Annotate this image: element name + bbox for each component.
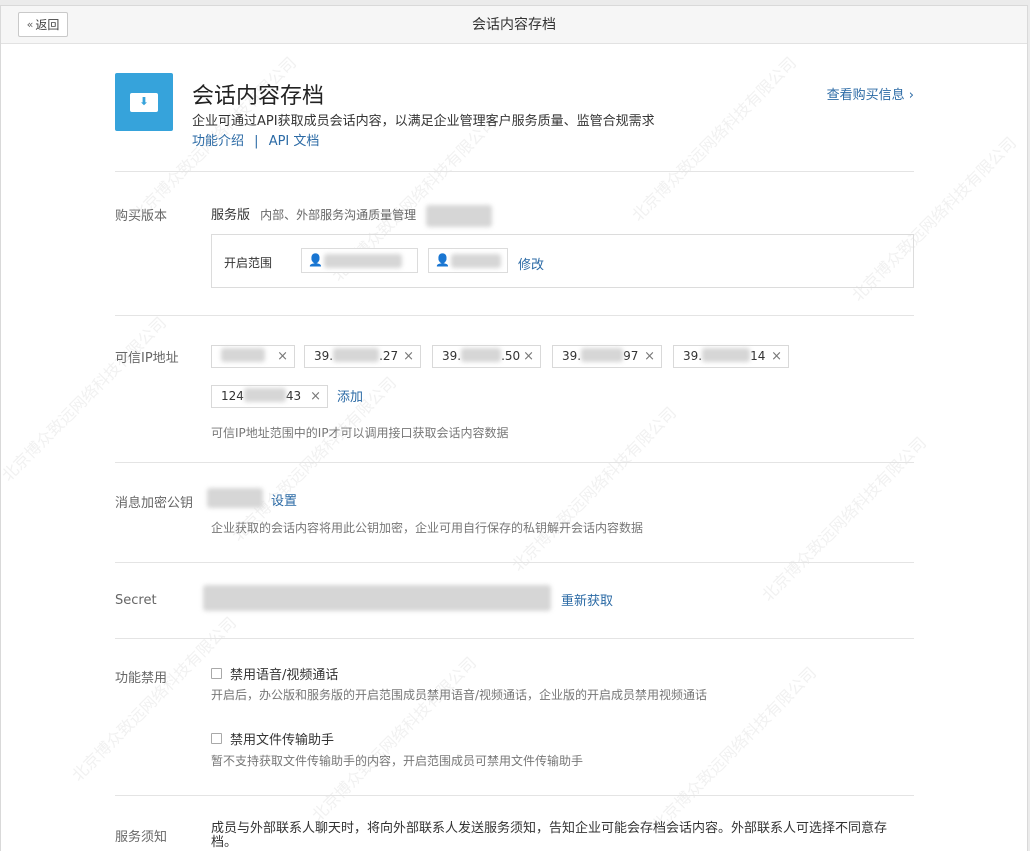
disable-file-helper-label: 禁用文件传输助手 [230,733,335,748]
ip-tag[interactable]: × [211,345,295,368]
buy-info-link[interactable]: 查看购买信息 › [827,84,914,103]
scope-box: 开启范围 👤 👤 修改 [211,234,914,288]
scope-edit-link[interactable]: 修改 [518,254,544,273]
redacted-secret [203,585,551,611]
redacted-ip [461,348,502,362]
person-icon: 👤 [308,253,323,267]
redacted-ip [243,388,286,402]
disable-file-helper-hint: 暂不支持获取文件传输助手的内容，开启范围成员可禁用文件传输助手 [211,754,584,768]
feature-intro-link[interactable]: 功能介绍 [192,134,244,149]
secret-row: Secret 重新获取 [115,563,914,639]
public-key-label: 消息加密公钥 [115,496,194,511]
app-header: ⬇ 会话内容存档 企业可通过API获取成员会话内容，以满足企业管理客户服务质量、… [115,44,914,172]
redacted-key [207,488,263,508]
version-name: 服务版 [211,208,251,223]
close-icon[interactable]: × [771,346,782,367]
purchase-version-label: 购买版本 [115,209,168,224]
redacted-member [324,254,402,268]
scope-member-chip[interactable]: 👤 [428,248,508,273]
version-description: 内部、外部服务沟通质量管理 [260,208,417,222]
link-separator: | [254,134,259,149]
redacted-ip [581,348,624,362]
disable-voice-label: 禁用语音/视频通话 [230,668,339,683]
close-icon[interactable]: × [277,346,288,367]
disable-voice-option[interactable]: 禁用语音/视频通话 [211,664,338,683]
top-bar: « 返回 会话内容存档 [1,6,1027,44]
feature-disable-row: 功能禁用 禁用语音/视频通话 开启后，办公版和服务版的开启范围成员禁用语音/视频… [115,639,914,796]
close-icon[interactable]: × [403,346,414,367]
scope-member-chip[interactable]: 👤 [301,248,418,273]
redacted-ip [702,348,751,362]
key-set-link[interactable]: 设置 [271,490,297,509]
app-title: 会话内容存档 [192,84,325,109]
person-icon: 👤 [435,253,450,267]
redacted-member [451,254,501,268]
close-icon[interactable]: × [523,346,534,367]
redacted-ip [333,348,380,362]
service-notice-text: 成员与外部联系人聊天时，将向外部联系人发送服务须知，告知企业可能会存档会话内容。… [211,821,888,850]
disable-file-helper-checkbox[interactable] [211,733,222,744]
api-doc-link[interactable]: API 文档 [269,134,320,149]
trusted-ip-row: 可信IP地址 × 39. .27 × 39. .50 × 39. 97 × 39. 14… [115,316,914,463]
download-box-icon: ⬇ [130,93,158,112]
close-icon[interactable]: × [644,346,655,367]
ip-tag[interactable]: 39. .50 × [432,345,541,368]
disable-voice-checkbox[interactable] [211,668,222,679]
main-content: ⬇ 会话内容存档 企业可通过API获取成员会话内容，以满足企业管理客户服务质量、… [115,44,914,851]
service-notice-label: 服务须知 [115,830,168,845]
ip-tag[interactable]: 124 43 × [211,385,328,408]
refetch-secret-link[interactable]: 重新获取 [561,590,613,609]
disable-voice-hint: 开启后，办公版和服务版的开启范围成员禁用语音/视频通话，企业版的开启成员禁用视频… [211,688,708,702]
secret-label: Secret [115,593,157,608]
ip-tag[interactable]: 39. .27 × [304,345,421,368]
ip-tag[interactable]: 39. 97 × [552,345,662,368]
app-logo: ⬇ [115,73,173,131]
trusted-ip-hint: 可信IP地址范围中的IP才可以调用接口获取会话内容数据 [211,426,509,440]
app-window: 北京博众致远网络科技有限公司 北京博众致远网络科技有限公司 北京博众致远网络科技… [0,5,1028,851]
disable-file-helper-option[interactable]: 禁用文件传输助手 [211,729,334,748]
close-icon[interactable]: × [310,386,321,407]
service-notice-row: 服务须知 成员与外部联系人聊天时，将向外部联系人发送服务须知，告知企业可能会存档… [115,796,914,851]
redacted-text [426,204,493,227]
page-title: 会话内容存档 [472,17,556,33]
app-links: 功能介绍 | API 文档 [192,130,319,149]
purchase-version-row: 购买版本 服务版 内部、外部服务沟通质量管理 开启范围 👤 👤 修改 [115,172,914,316]
trusted-ip-label: 可信IP地址 [115,351,179,366]
chevron-right-icon: › [908,88,914,103]
public-key-hint: 企业获取的会话内容将用此公钥加密，企业可用自行保存的私钥解开会话内容数据 [211,521,644,535]
feature-disable-label: 功能禁用 [115,671,168,686]
ip-tag[interactable]: 39. 14 × [673,345,789,368]
app-description: 企业可通过API获取成员会话内容，以满足企业管理客户服务质量、监管合规需求 [192,114,655,129]
version-info: 服务版 内部、外部服务沟通质量管理 [211,204,493,227]
public-key-row: 消息加密公钥 设置 企业获取的会话内容将用此公钥加密，企业可用自行保存的私钥解开… [115,463,914,563]
redacted-ip [221,348,265,362]
scope-label: 开启范围 [224,256,273,270]
add-ip-link[interactable]: 添加 [337,386,363,405]
